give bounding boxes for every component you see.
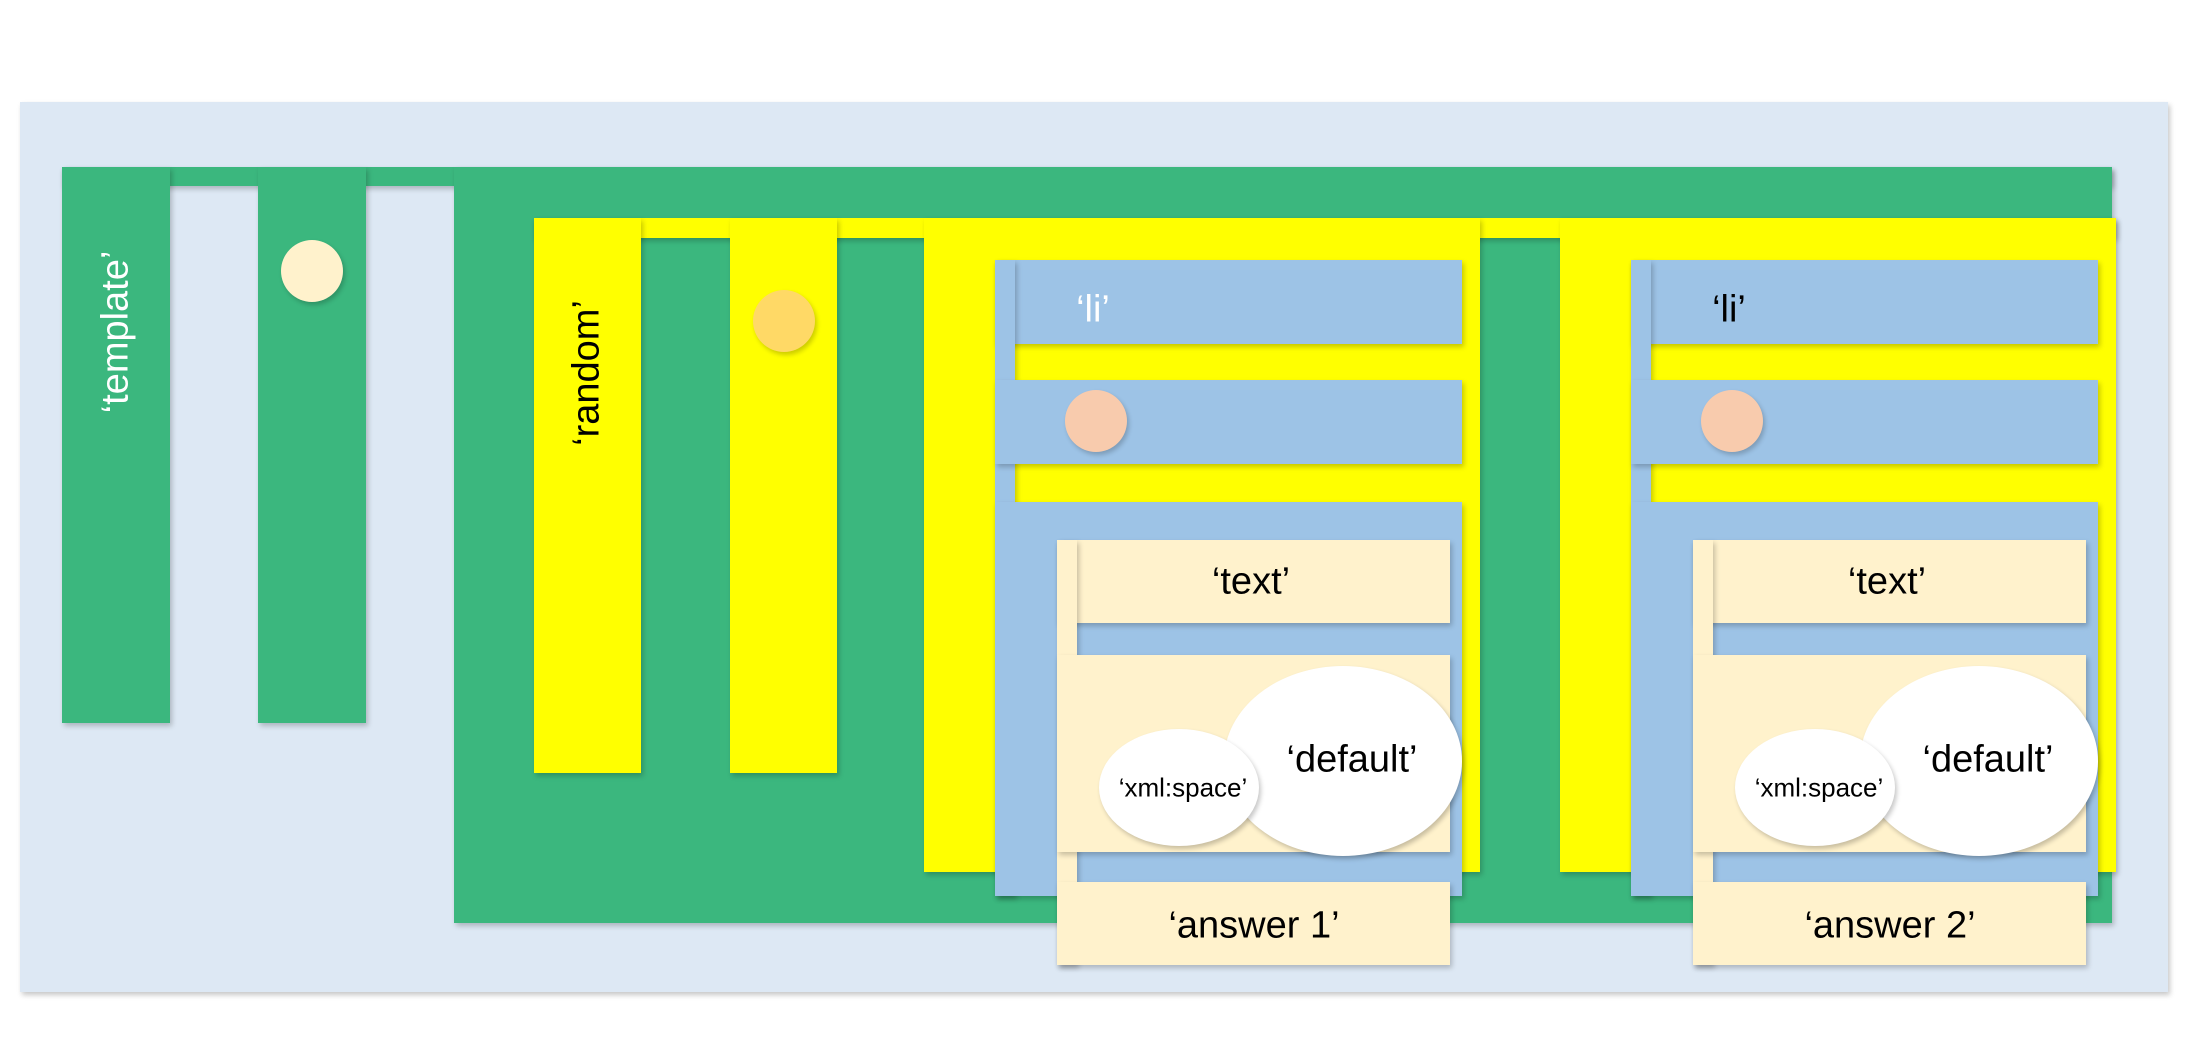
text-1-name-bar: ‘text’ [1057, 540, 1450, 623]
template-label: ‘template’ [94, 250, 137, 414]
li-1-label: ‘li’ [1076, 288, 1110, 331]
text-1-attr-key-ellipse: ‘xml:space’ [1099, 729, 1259, 846]
li-2-name-bar: ‘li’ [1631, 260, 2098, 344]
text-2-content: ‘answer 2’ [1804, 904, 1976, 947]
text-2-name-bar: ‘text’ [1693, 540, 2086, 623]
text-1-attr-value-ellipse: ‘default’ [1224, 666, 1462, 856]
random-label: ‘random’ [565, 300, 608, 446]
template-name-column: ‘template’ [62, 167, 170, 723]
text-1-label: ‘text’ [1211, 560, 1291, 603]
template-attribute-dot [281, 240, 343, 302]
text-2-attr-value-ellipse: ‘default’ [1860, 666, 2098, 856]
random-name-column: ‘random’ [534, 218, 641, 773]
random-attribute-dot [753, 290, 815, 352]
li-2-attribute-dot [1701, 390, 1763, 452]
text-2-attr-key: ‘xml:space’ [1754, 772, 1884, 803]
text-1-attr-value: ‘default’ [1286, 738, 1418, 781]
li-1-attribute-dot [1065, 390, 1127, 452]
text-2-label: ‘text’ [1847, 560, 1927, 603]
text-2-attr-value: ‘default’ [1922, 738, 2054, 781]
text-2-attr-key-ellipse: ‘xml:space’ [1735, 729, 1895, 846]
text-1-attr-key: ‘xml:space’ [1118, 772, 1248, 803]
li-1-name-bar: ‘li’ [995, 260, 1462, 344]
text-2-content-box: ‘answer 2’ [1693, 882, 2086, 965]
li-2-label: ‘li’ [1712, 288, 1746, 331]
text-1-content-box: ‘answer 1’ [1057, 882, 1450, 965]
text-1-content: ‘answer 1’ [1168, 904, 1340, 947]
